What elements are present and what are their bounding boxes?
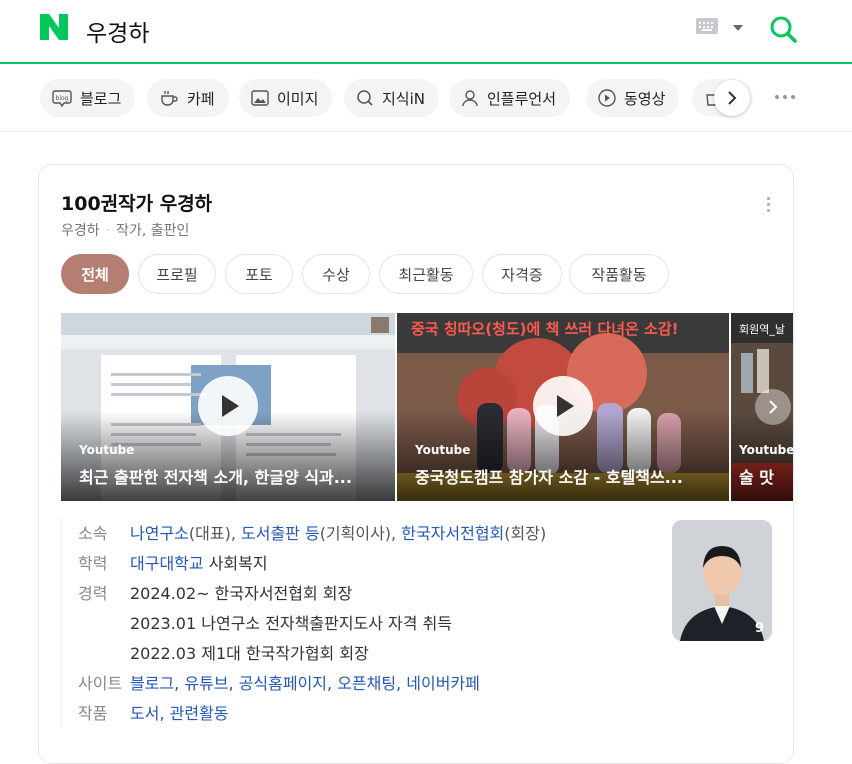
profile-card: 100권작가 우경하 우경하 · 작가, 출판인 전체 프로필 포토 수상 최근활동… [38,164,794,764]
link-youtube[interactable]: 유튜브 [184,674,228,693]
role-text: (대표), [188,524,241,543]
info-value: 나연구소(대표), 도서출판 등(기획이사), 한국자서전협회(회장) [130,520,546,544]
pill-profile[interactable]: 프로필 [138,254,216,294]
link-openchat[interactable]: 오픈채팅 [337,674,396,693]
profile-title[interactable]: 100권작가 우경하 [61,189,212,216]
info-key: 소속 [78,524,108,543]
search-icon[interactable] [768,14,798,44]
kin-icon [357,90,373,106]
video-source: Youtube [415,443,471,457]
info-value: 블로그, 유튜브, 공식홈페이지, 오픈채팅, 네이버카페 [130,674,480,693]
video-title[interactable]: 최근 출판한 전자책 소개, 한글양 식과... [79,464,375,488]
info-row-career-2: 2023.01 나연구소 전자책출판지도사 자격 취득 [62,607,651,637]
svg-text:blog: blog [56,95,69,102]
image-icon [251,90,269,106]
video-card[interactable]: Youtube 최근 출판한 전자책 소개, 한글양 식과... [61,313,395,501]
tab-blog[interactable]: blog 블로그 [40,79,136,117]
tab-label: 블로그 [80,89,122,108]
play-button[interactable] [533,376,593,436]
person-icon [462,90,478,107]
tab-label: 카페 [187,89,215,108]
tab-image[interactable]: 이미지 [239,79,333,117]
info-row-works: 작품 도서, 관련활동 [62,697,651,727]
info-key: 작품 [78,704,108,723]
info-key: 경력 [78,584,108,603]
play-icon [598,89,616,107]
info-value: 대구대학교 사회복지 [130,550,268,574]
link-books[interactable]: 도서 [130,704,159,723]
cafe-icon [161,91,178,106]
video-banner: 중국 칭따오(청도)에 책 쓰러 다녀온 소감! [411,320,679,338]
link-activities[interactable]: 관련활동 [170,704,229,723]
profile-name: 우경하 [61,223,100,239]
link-homepage[interactable]: 공식홈페이지 [239,674,327,693]
blog-icon: blog [52,90,72,107]
search-tabs: blog 블로그 카페 이미지 지식iN 인플루언서 동영상 [0,66,852,132]
keyboard-icon[interactable] [696,18,718,34]
info-row-sites: 사이트 블로그, 유튜브, 공식홈페이지, 오픈채팅, 네이버카페 [62,667,651,697]
pill-all[interactable]: 전체 [61,254,129,294]
info-value: 도서, 관련활동 [130,704,229,723]
play-button[interactable] [198,376,258,436]
video-title[interactable]: 술 맛 [739,464,793,488]
link-naver-cafe[interactable]: 네이버카페 [406,674,480,693]
video-title[interactable]: 중국청도캠프 참가자 소감 - 호텔책쓰... [415,464,711,488]
pill-recent[interactable]: 최근활동 [379,254,473,294]
role-text: (회장) [504,524,547,543]
chevron-right-icon [728,91,737,105]
naver-logo[interactable] [40,14,68,40]
profile-photo[interactable]: 9 [672,520,772,641]
video-banner: 회원역_날 [739,323,785,336]
profile-info: 소속 나연구소(대표), 도서출판 등(기획이사), 한국자서전협회(회장) 학… [61,517,651,727]
tab-label: 인플루언서 [487,89,557,108]
tab-label: 지식iN [382,89,425,108]
link-blog[interactable]: 블로그 [130,674,174,693]
search-query[interactable]: 우경하 [86,14,149,48]
video-card[interactable]: 중국 칭따오(청도)에 책 쓰러 다녀온 소감! Youtube 중국청도캠프 … [397,313,729,501]
tab-kin[interactable]: 지식iN [344,79,439,117]
info-key: 학력 [78,554,108,573]
kebab-menu-icon[interactable] [767,197,770,215]
profile-roles: 작가, 출판인 [116,223,190,239]
info-row-affiliation: 소속 나연구소(대표), 도서출판 등(기획이사), 한국자서전협회(회장) [62,517,651,547]
career-item: 2023.01 나연구소 전자책출판지도사 자격 취득 [130,614,453,633]
info-row-career-3: 2022.03 제1대 한국작가협회 회장 [62,637,651,667]
tab-cafe[interactable]: 카페 [147,79,229,117]
photo-count: 9 [754,621,764,636]
education-text: 사회복지 [203,554,268,573]
tab-video[interactable]: 동영상 [586,79,680,117]
videos-next-button[interactable] [755,389,791,425]
pill-works[interactable]: 작품활동 [569,254,669,294]
profile-subtitle: 우경하 · 작가, 출판인 [61,223,190,239]
tab-influencer[interactable]: 인플루언서 [449,79,571,117]
video-source: Youtube [79,443,135,457]
career-item: 2024.02~ 한국자서전협회 회장 [130,584,353,603]
pill-certificate[interactable]: 자격증 [482,254,562,294]
search-header: 우경하 [0,0,852,64]
link-autobiography-association[interactable]: 한국자서전협회 [401,524,504,543]
info-row-education: 학력 대구대학교 사회복지 [62,547,651,577]
role-text: (기획이사), [319,524,402,543]
link-publisher[interactable]: 도서출판 등 [241,524,320,543]
career-item: 2022.03 제1대 한국작가협회 회장 [130,644,369,663]
pill-awards[interactable]: 수상 [302,254,370,294]
info-key: 사이트 [78,674,123,693]
pill-photo[interactable]: 포토 [225,254,293,294]
chevron-down-icon[interactable] [733,25,743,31]
video-source: Youtube [739,443,794,457]
tab-label: 동영상 [624,89,666,108]
link-nayeonguso[interactable]: 나연구소 [130,524,189,543]
chevron-right-icon [769,400,778,414]
tab-label: 이미지 [277,89,319,108]
link-daegu-university[interactable]: 대구대학교 [130,554,204,573]
info-row-career: 경력 2024.02~ 한국자서전협회 회장 [62,577,651,607]
tabs-next-button[interactable] [714,80,750,116]
